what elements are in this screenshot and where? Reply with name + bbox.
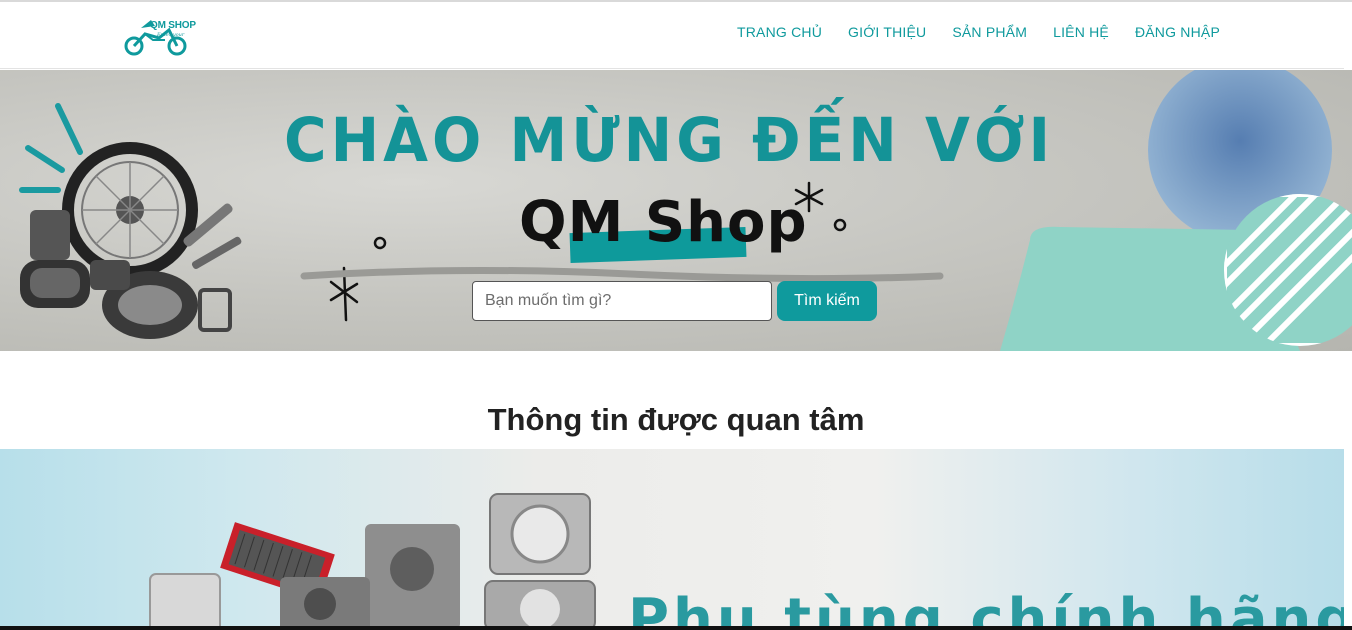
nav-item-products[interactable]: SẢN PHẨM — [952, 24, 1027, 40]
search-button[interactable]: Tìm kiếm — [777, 281, 877, 321]
section-title: Thông tin được quan tâm — [487, 402, 865, 437]
logo-text: QM SHOP — [150, 20, 196, 31]
search-bar: Tìm kiếm — [472, 281, 877, 321]
hero-subtitle-wrap: QM Shop — [515, 190, 807, 270]
logo-subtext: Enter your — [157, 32, 185, 38]
main-nav: TRANG CHỦ GIỚI THIỆU SẢN PHẨM LIÊN HỆ ĐĂ… — [711, 24, 1220, 40]
right-decoration — [1000, 70, 1352, 351]
logo[interactable]: QM SHOP Enter your — [123, 16, 196, 56]
search-input[interactable] — [472, 281, 772, 321]
promo-headline: Phụ tùng chính hãng — [628, 587, 1344, 630]
hero-banner: CHÀO MỪNG ĐẾN VỚI QM Shop Tìm kiếm — [0, 70, 1352, 351]
site-header: QM SHOP Enter your TRANG CHỦ GIỚI THIỆU … — [0, 2, 1344, 69]
motorbike-parts-illustration — [19, 103, 242, 339]
circle-doodle-icon — [373, 236, 387, 250]
nav-item-about[interactable]: GIỚI THIỆU — [848, 24, 926, 40]
engine-parts-illustration — [149, 493, 596, 630]
nav-item-home[interactable]: TRANG CHỦ — [737, 24, 822, 40]
hero-title: CHÀO MỪNG ĐẾN VỚI — [284, 104, 1055, 176]
promo-banner: Phụ tùng chính hãng — [0, 449, 1344, 630]
nav-item-login[interactable]: ĐĂNG NHẬP — [1135, 24, 1220, 40]
bottom-edge — [0, 626, 1352, 630]
circle-doodle-icon — [833, 218, 847, 232]
nav-item-contact[interactable]: LIÊN HỆ — [1053, 24, 1109, 40]
hero-subtitle: QM Shop — [519, 190, 808, 255]
